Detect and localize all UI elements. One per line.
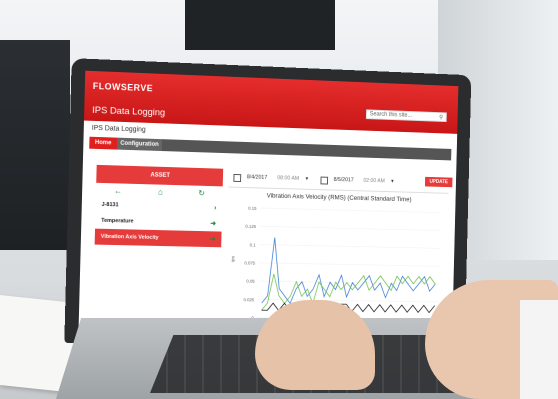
chevron-right-icon[interactable]: › [214,204,216,211]
asset-panel: ASSET ← ⌂ ↻ J-8131 › Temperature ➜ Vibra… [93,164,224,326]
home-icon[interactable]: ⌂ [158,187,163,196]
asset-item-label: Vibration Axis Velocity [100,233,159,241]
asset-item-vibration[interactable]: Vibration Axis Velocity ➜ [94,228,222,248]
search-icon[interactable]: ⚲ [439,114,443,121]
end-date[interactable]: 8/5/2017 [334,177,354,183]
tab-bar: Home Configuration [89,136,452,161]
laptop-lid: FLOWSERVE IPS Data Logging Search this s… [64,58,472,347]
start-date[interactable]: 8/4/2017 [247,174,268,180]
breadcrumb[interactable]: IPS Data Logging [92,125,146,134]
grid-line [259,244,439,248]
y-tick-label: 0.15 [248,206,257,211]
grid-line [260,208,440,213]
refresh-icon[interactable]: ↻ [198,188,205,197]
grid-line [258,299,438,302]
search-placeholder: Search this site... [369,111,413,119]
y-tick-label: 0.075 [244,260,255,265]
sleeve [520,300,558,399]
y-tick-label: 0.05 [246,279,255,284]
start-time[interactable]: 08:00 AM [277,175,299,181]
tab-configuration[interactable]: Configuration [116,137,163,152]
y-tick-label: 0.125 [245,224,256,229]
grid-line [259,263,439,267]
arrow-left-icon[interactable]: ← [114,186,122,195]
search-input[interactable]: Search this site... ⚲ [365,109,447,123]
y-tick-label: 0.1 [250,242,257,247]
left-hand [255,300,375,390]
background-monitor [185,0,335,50]
asset-item-label: Temperature [101,217,134,225]
dropdown-icon[interactable]: ▾ [305,176,308,182]
y-tick-label: 0.025 [243,297,254,302]
site-title: IPS Data Logging [92,104,166,119]
site-header: FLOWSERVE IPS Data Logging Search this s… [83,70,459,134]
y-axis-label: ips [230,255,236,262]
tab-home[interactable]: Home [89,136,118,150]
arrow-right-icon[interactable]: ➜ [210,235,216,243]
calendar-icon[interactable] [233,173,242,183]
arrow-right-icon[interactable]: ➜ [210,219,216,227]
asset-item-label: J-8131 [101,201,119,209]
brand-logo[interactable]: FLOWSERVE [93,81,153,93]
update-button[interactable]: UPDATE [424,176,453,188]
laptop-screen: FLOWSERVE IPS Data Logging Search this s… [78,70,459,337]
background-shelf [0,40,70,250]
grid-line [260,226,440,230]
calendar-icon[interactable] [320,176,329,185]
dropdown-icon[interactable]: ▾ [391,179,394,185]
end-time[interactable]: 02:00 AM [363,178,385,184]
